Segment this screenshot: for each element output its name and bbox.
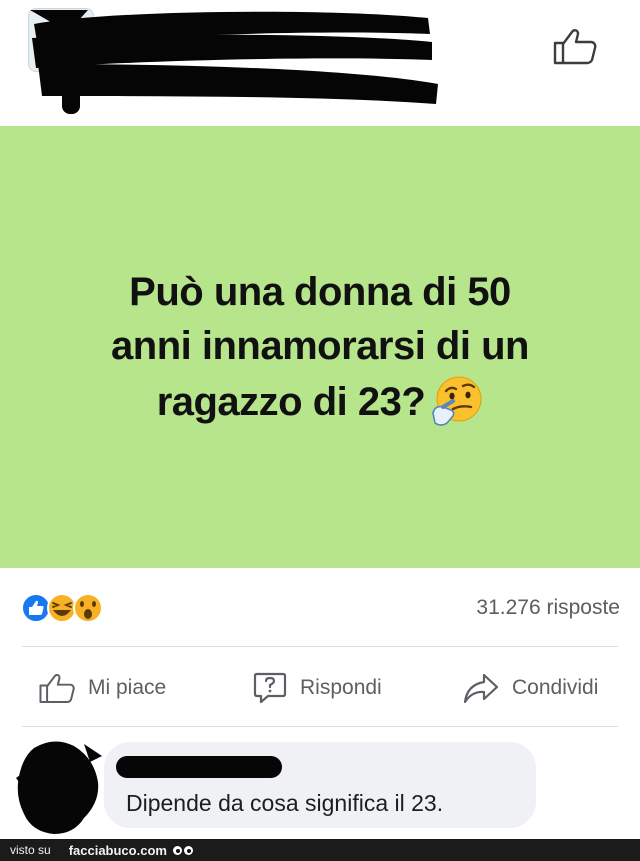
comment-item: Dipende da cosa significa il 23.	[0, 730, 640, 840]
like-button[interactable]: Mi piace	[38, 664, 166, 712]
reaction-icons	[21, 593, 103, 623]
thumbs-up-icon	[39, 674, 75, 704]
like-label: Mi piace	[88, 676, 167, 699]
post-text-line-1: Può una donna di 50	[129, 270, 511, 314]
commenter-avatar-redacted[interactable]	[14, 738, 104, 838]
thinking-face-icon	[432, 376, 482, 426]
post-text-line-3: ragazzo di 23?	[40, 373, 600, 429]
post-text-line-3-text: ragazzo di 23?	[156, 380, 426, 424]
action-bar: Mi piace Rispondi Condividi	[0, 664, 640, 712]
comment-text: Dipende da cosa significa il 23.	[126, 790, 444, 816]
divider-top	[22, 646, 618, 647]
wow-reaction-icon	[73, 593, 103, 623]
haha-reaction-icon	[47, 593, 77, 623]
comment-bubble[interactable]: Dipende da cosa significa il 23.	[104, 742, 536, 828]
divider-bottom	[22, 726, 618, 727]
commenter-name-redacted	[116, 756, 282, 778]
like-reaction-icon	[21, 593, 51, 623]
share-button[interactable]: Condividi	[462, 664, 598, 712]
post-content-card: Può una donna di 50 anni innamorarsi di …	[0, 126, 640, 568]
redaction-scribble	[30, 10, 438, 114]
watermark-site: facciabuco.com	[68, 842, 167, 858]
post-header	[0, 0, 640, 126]
replies-count[interactable]: 31.276 risposte	[476, 596, 620, 620]
post-text: Può una donna di 50 anni innamorarsi di …	[40, 265, 600, 429]
watermark-prefix: visto su	[10, 843, 51, 857]
reply-button[interactable]: Rispondi	[252, 664, 382, 712]
share-label: Condividi	[512, 676, 599, 699]
post-text-line-2: anni innamorarsi di un	[111, 324, 529, 368]
reply-label: Rispondi	[300, 676, 382, 699]
watermark-bar: visto su facciabuco.com	[0, 839, 640, 861]
reaction-summary[interactable]	[20, 592, 120, 624]
like-icon[interactable]	[552, 26, 598, 66]
question-bubble-icon	[253, 672, 287, 704]
share-arrow-icon	[463, 673, 499, 704]
eyes-logo-icon	[172, 845, 193, 855]
